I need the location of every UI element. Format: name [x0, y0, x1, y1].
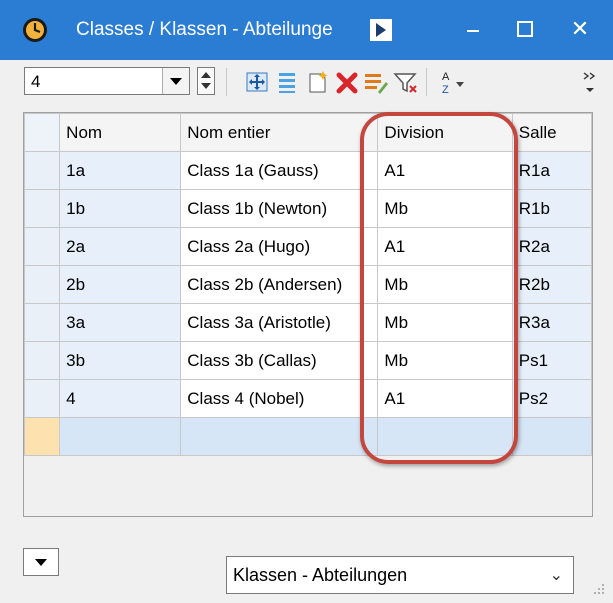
table-row[interactable]: 2b Class 2b (Andersen) Mb R2b	[24, 265, 592, 304]
chevron-down-icon[interactable]: ⌄	[550, 565, 563, 585]
cell-salle[interactable]: R3a	[511, 303, 592, 342]
cell-division[interactable]: A1	[377, 227, 513, 266]
cell-nom[interactable]: 1a	[59, 151, 182, 190]
cell-nom-entier[interactable]: Class 1b (Newton)	[180, 189, 379, 228]
cell-nom[interactable]: 1b	[59, 189, 182, 228]
spin-updown-icon[interactable]	[197, 67, 215, 95]
classes-window: Classes / Klassen - Abteilunge ✕ 4 A Z N…	[0, 0, 613, 603]
header-row: Nom Nom entier Division Salle	[24, 113, 592, 152]
view-select-value: Klassen - Abteilungen	[233, 565, 408, 585]
list-icon[interactable]	[274, 68, 300, 96]
cell-nom-entier[interactable]: Class 3a (Aristotle)	[180, 303, 379, 342]
cell-nom[interactable]: 2a	[59, 227, 182, 266]
cell-division[interactable]: Mb	[377, 265, 513, 304]
cell-nom[interactable]: 3b	[59, 341, 182, 380]
cell-nom-entier[interactable]: Class 1a (Gauss)	[180, 151, 379, 190]
svg-text:Z: Z	[442, 84, 449, 96]
cell-division[interactable]: Mb	[377, 303, 513, 342]
toolbar-divider	[426, 68, 427, 96]
footer-bar: Klassen - Abteilungen ⌄	[0, 520, 613, 603]
column-header-division[interactable]: Division	[377, 113, 513, 152]
corner-header[interactable]	[24, 113, 61, 152]
table-row[interactable]: 3a Class 3a (Aristotle) Mb R3a	[24, 303, 592, 342]
move-icon[interactable]	[244, 68, 270, 96]
cell-nom-entier[interactable]: Class 2a (Hugo)	[180, 227, 379, 266]
close-button[interactable]: ✕	[565, 14, 595, 44]
options-dropdown[interactable]	[23, 548, 59, 576]
clock-app-icon	[23, 18, 47, 42]
table-row[interactable]: 1b Class 1b (Newton) Mb R1b	[24, 189, 592, 228]
class-filter-combo[interactable]: 4	[24, 67, 190, 95]
table-row[interactable]: 3b Class 3b (Callas) Mb Ps1	[24, 341, 592, 380]
cell-nom[interactable]	[59, 417, 182, 456]
cell-division[interactable]: A1	[377, 151, 513, 190]
cell-salle[interactable]	[511, 417, 592, 456]
cell-nom[interactable]: 4	[59, 379, 182, 418]
cell-nom-entier[interactable]: Class 2b (Andersen)	[180, 265, 379, 304]
cell-salle[interactable]: Ps2	[511, 379, 592, 418]
cell-division[interactable]	[377, 417, 513, 456]
row-header[interactable]	[24, 341, 61, 380]
title-more-icon[interactable]	[370, 19, 392, 41]
row-header[interactable]	[24, 151, 61, 190]
column-header-nom[interactable]: Nom	[59, 113, 182, 152]
table-row[interactable]: 4 Class 4 (Nobel) A1 Ps2	[24, 379, 592, 418]
cell-nom-entier[interactable]: Class 4 (Nobel)	[180, 379, 379, 418]
table-row[interactable]: 1a Class 1a (Gauss) A1 R1a	[24, 151, 592, 190]
row-header[interactable]	[24, 265, 61, 304]
classes-table: Nom Nom entier Division Salle 1a Class 1…	[24, 113, 592, 456]
row-header[interactable]	[24, 303, 61, 342]
view-select[interactable]: Klassen - Abteilungen ⌄	[226, 556, 574, 594]
delete-icon[interactable]	[334, 68, 360, 96]
row-header[interactable]	[24, 189, 61, 228]
resize-grip-icon[interactable]	[593, 583, 605, 595]
cell-salle[interactable]: R2a	[511, 227, 592, 266]
cell-nom[interactable]: 3a	[59, 303, 182, 342]
row-header[interactable]	[24, 227, 61, 266]
filter-icon[interactable]	[392, 68, 418, 96]
chevron-down-icon[interactable]	[162, 68, 189, 94]
cell-division[interactable]: Mb	[377, 341, 513, 380]
cell-nom-entier[interactable]	[180, 417, 379, 456]
table-row[interactable]: 2a Class 2a (Hugo) A1 R2a	[24, 227, 592, 266]
minimize-button[interactable]	[458, 14, 488, 44]
maximize-button[interactable]	[510, 14, 540, 44]
new-record-icon[interactable]	[305, 68, 331, 96]
toolbar: 4 A Z	[0, 60, 613, 106]
title-bar[interactable]: Classes / Klassen - Abteilunge ✕	[0, 0, 613, 60]
class-filter-value: 4	[31, 72, 41, 91]
edit-icon[interactable]	[362, 68, 388, 96]
cell-division[interactable]: Mb	[377, 189, 513, 228]
new-record-row[interactable]	[24, 417, 592, 456]
cell-salle[interactable]: R1a	[511, 151, 592, 190]
cell-nom-entier[interactable]: Class 3b (Callas)	[180, 341, 379, 380]
cell-division[interactable]: A1	[377, 379, 513, 418]
cell-nom[interactable]: 2b	[59, 265, 182, 304]
cell-salle[interactable]: R1b	[511, 189, 592, 228]
window-title: Classes / Klassen - Abteilunge	[76, 19, 333, 40]
cell-salle[interactable]: R2b	[511, 265, 592, 304]
toolbar-overflow-icon[interactable]	[580, 68, 600, 96]
sort-icon[interactable]: A Z	[440, 68, 466, 96]
row-header[interactable]	[24, 379, 61, 418]
svg-text:A: A	[442, 71, 450, 83]
new-row-marker[interactable]	[24, 417, 61, 456]
classes-grid[interactable]: Nom Nom entier Division Salle 1a Class 1…	[23, 112, 593, 517]
column-header-nom-entier[interactable]: Nom entier	[180, 113, 379, 152]
column-header-salle[interactable]: Salle	[511, 113, 592, 152]
cell-salle[interactable]: Ps1	[511, 341, 592, 380]
toolbar-divider	[226, 68, 227, 96]
